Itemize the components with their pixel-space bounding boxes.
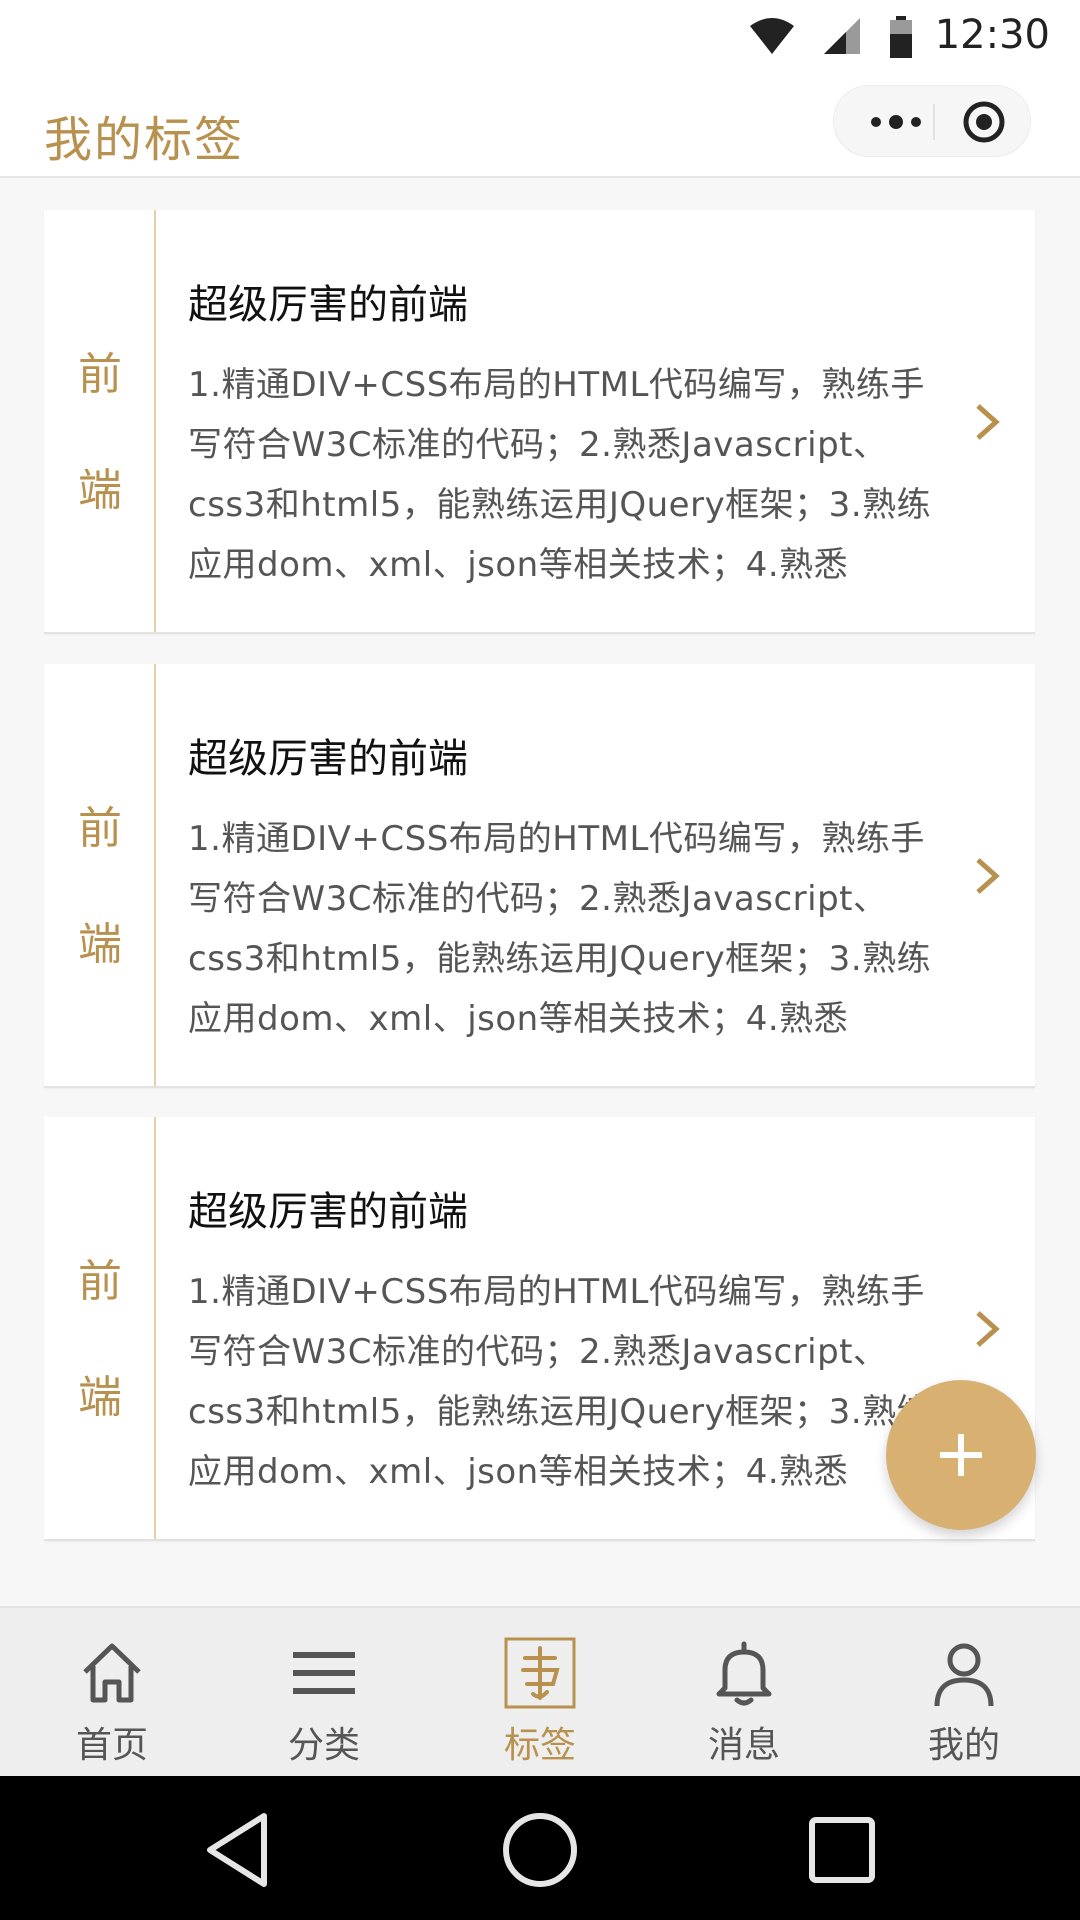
status-time: 12:30 bbox=[934, 12, 1050, 58]
wifi-icon bbox=[750, 18, 794, 54]
chevron-right-icon[interactable] bbox=[974, 1309, 1002, 1349]
card-description: 1.精通DIV+CSS布局的HTML代码编写，熟练手写符合W3C标准的代码；2.… bbox=[188, 365, 932, 585]
tag-card[interactable]: 前 端 超级厉害的前端 1.精通DIV+CSS布局的HTML代码编写，熟练手写符… bbox=[44, 664, 1035, 1088]
card-tag-char: 端 bbox=[78, 919, 122, 970]
card-description: 1.精通DIV+CSS布局的HTML代码编写，熟练手写符合W3C标准的代码；2.… bbox=[188, 819, 932, 1039]
card-tag-char: 端 bbox=[78, 1372, 122, 1423]
plus-icon bbox=[940, 1434, 982, 1476]
card-tag-char: 前 bbox=[78, 349, 122, 400]
tab-label: 分类 bbox=[287, 1725, 360, 1766]
card-tag-column: 前 端 bbox=[44, 210, 156, 632]
tag-seal-icon bbox=[504, 1637, 576, 1709]
menu-icon bbox=[293, 1652, 355, 1694]
card-tag-char: 前 bbox=[78, 803, 122, 854]
tab-category[interactable]: 分类 bbox=[216, 1608, 432, 1778]
signal-icon bbox=[824, 18, 860, 54]
bell-icon bbox=[716, 1641, 772, 1706]
add-tag-button[interactable] bbox=[886, 1380, 1036, 1530]
recents-square-icon[interactable] bbox=[800, 1808, 884, 1892]
target-close-icon[interactable] bbox=[962, 100, 1006, 144]
tag-card[interactable]: 前 端 超级厉害的前端 1.精通DIV+CSS布局的HTML代码编写，熟练手写符… bbox=[44, 210, 1035, 634]
home-icon bbox=[83, 1643, 141, 1703]
more-dots-icon[interactable] bbox=[866, 108, 926, 136]
card-tag-char: 前 bbox=[78, 1256, 122, 1307]
tag-card[interactable]: 前 端 超级厉害的前端 1.精通DIV+CSS布局的HTML代码编写，熟练手写符… bbox=[44, 1117, 1035, 1541]
card-title: 超级厉害的前端 bbox=[188, 282, 468, 328]
card-title: 超级厉害的前端 bbox=[188, 736, 468, 782]
capsule-divider bbox=[933, 104, 935, 140]
tab-home[interactable]: 首页 bbox=[4, 1608, 220, 1778]
chevron-right-icon[interactable] bbox=[974, 856, 1002, 896]
mini-program-capsule bbox=[833, 85, 1031, 157]
card-tag-char: 端 bbox=[78, 465, 122, 516]
card-description: 1.精通DIV+CSS布局的HTML代码编写，熟练手写符合W3C标准的代码；2.… bbox=[188, 1272, 932, 1492]
card-tag-column: 前 端 bbox=[44, 1117, 156, 1539]
tab-label: 标签 bbox=[503, 1725, 576, 1766]
battery-icon bbox=[890, 16, 912, 58]
status-bar: 12:30 bbox=[720, 0, 1080, 75]
page-title: 我的标签 bbox=[44, 112, 245, 168]
tab-label: 消息 bbox=[707, 1725, 780, 1766]
system-navigation-bar bbox=[0, 1776, 1080, 1920]
header: 12:30 我的标签 bbox=[0, 0, 1080, 178]
tab-messages[interactable]: 消息 bbox=[636, 1608, 852, 1778]
tab-label: 我的 bbox=[927, 1725, 1000, 1766]
tab-tags[interactable]: 标签 bbox=[432, 1608, 648, 1778]
tab-bar: 首页 分类 标签 消息 我的 bbox=[0, 1606, 1080, 1776]
user-icon bbox=[934, 1643, 994, 1707]
card-title: 超级厉害的前端 bbox=[188, 1189, 468, 1235]
card-tag-column: 前 端 bbox=[44, 664, 156, 1086]
tab-label: 首页 bbox=[75, 1725, 148, 1766]
chevron-right-icon[interactable] bbox=[974, 402, 1002, 442]
tab-mine[interactable]: 我的 bbox=[856, 1608, 1072, 1778]
back-triangle-icon[interactable] bbox=[198, 1808, 282, 1892]
home-circle-icon[interactable] bbox=[498, 1808, 582, 1892]
